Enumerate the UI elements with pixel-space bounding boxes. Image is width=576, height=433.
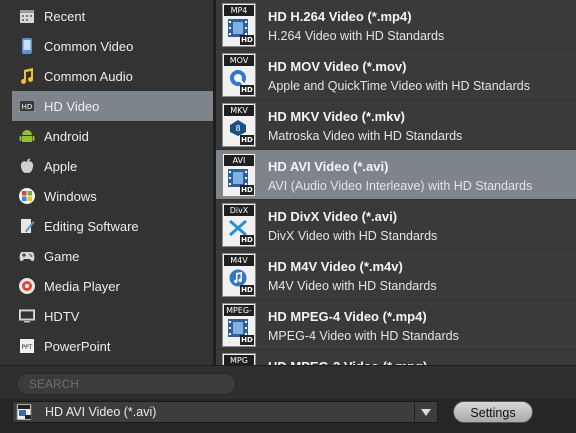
chevron-down-icon[interactable] xyxy=(414,402,437,422)
svg-text:8: 8 xyxy=(235,124,240,133)
format-thumbnail: MP4 HD xyxy=(222,3,256,47)
hd-badge: HD xyxy=(240,185,254,195)
search-bar: SEARCH xyxy=(0,365,576,400)
film-icon xyxy=(16,404,32,420)
android-icon xyxy=(18,127,36,145)
category-item[interactable]: PPT PowerPoint xyxy=(12,331,213,361)
format-description: Matroska Video with HD Standards xyxy=(268,129,463,143)
category-label: Game xyxy=(44,248,80,264)
format-description: DivX Video with HD Standards xyxy=(268,229,438,243)
format-title: HD H.264 Video (*.mp4) xyxy=(268,9,412,24)
category-item[interactable]: HD HD Video xyxy=(12,91,213,121)
category-item[interactable]: Game xyxy=(12,241,213,271)
format-title: HD M4V Video (*.m4v) xyxy=(268,259,403,274)
format-tag: AVI xyxy=(224,155,254,166)
category-label: Windows xyxy=(44,188,97,204)
category-label: Media Player xyxy=(44,278,120,294)
format-tag: M4V xyxy=(224,255,254,266)
hd-badge: HD xyxy=(240,335,254,345)
format-description: Apple and QuickTime Video with HD Standa… xyxy=(268,79,530,93)
category-label: PowerPoint xyxy=(44,338,111,354)
category-item[interactable]: Android xyxy=(12,121,213,151)
hd-badge: HD xyxy=(240,35,254,45)
category-label: HDTV xyxy=(44,308,80,324)
format-title: HD MOV Video (*.mov) xyxy=(268,59,407,74)
category-label: Android xyxy=(44,128,89,144)
category-panel: Recent Common Video Common Audio HD HD Video… xyxy=(0,0,213,365)
format-thumbnail: MKV 8 HD xyxy=(222,103,256,147)
category-label: Common Audio xyxy=(44,68,133,84)
hd-badge: HD xyxy=(240,285,254,295)
format-description: H.264 Video with HD Standards xyxy=(268,29,445,43)
hd-badge: HD xyxy=(240,85,254,95)
search-input[interactable]: SEARCH xyxy=(16,373,236,395)
format-thumbnail: AVI HD xyxy=(222,153,256,197)
format-tag: MP4 xyxy=(224,5,254,16)
settings-button[interactable]: Settings xyxy=(453,401,533,423)
format-item[interactable]: MOV HD HD MOV Video (*.mov) Apple and Quick… xyxy=(216,50,576,100)
profile-value: HD AVI Video (*.avi) xyxy=(45,405,157,419)
category-label: Common Video xyxy=(44,38,134,54)
calendar-icon xyxy=(18,7,36,25)
music-note-icon xyxy=(18,67,36,85)
format-thumbnail: M4V HD xyxy=(222,253,256,297)
ppt-icon: PPT xyxy=(18,337,36,355)
svg-text:HD: HD xyxy=(22,103,33,111)
format-item[interactable]: DivX HD HD DivX Video (*.avi) DivX Video wi… xyxy=(216,200,576,250)
format-item[interactable]: MPEG-4 HD HD MPEG-4 Video (*.mp4) MPEG-4 Vi… xyxy=(216,300,576,350)
category-item[interactable]: Common Audio xyxy=(12,61,213,91)
format-thumbnail: MOV HD xyxy=(222,53,256,97)
format-title: HD MPEG-4 Video (*.mp4) xyxy=(268,309,427,324)
format-item[interactable]: AVI HD HD AVI Video (*.avi) AVI (Audio Vide… xyxy=(216,150,576,200)
windows-icon xyxy=(18,187,36,205)
format-title: HD MKV Video (*.mkv) xyxy=(268,109,406,124)
hd-icon: HD xyxy=(18,97,36,115)
category-item[interactable]: Common Video xyxy=(12,31,213,61)
format-item[interactable]: MPGHDHD MPEG-2 Video (*.mpg) xyxy=(216,350,576,365)
format-description: M4V Video with HD Standards xyxy=(268,279,437,293)
category-label: Apple xyxy=(44,158,78,174)
format-tag: MPG xyxy=(224,355,254,365)
category-item[interactable]: Apple xyxy=(12,151,213,181)
category-label: Editing Software xyxy=(44,218,139,234)
category-item[interactable]: Editing Software xyxy=(12,211,213,241)
category-item[interactable]: Recent xyxy=(12,1,213,31)
format-description: MPEG-4 Video with HD Standards xyxy=(268,329,459,343)
apple-icon xyxy=(18,157,36,175)
pen-icon xyxy=(18,217,36,235)
format-thumbnail: MPGHD xyxy=(222,353,256,365)
format-title: HD DivX Video (*.avi) xyxy=(268,209,398,224)
gamepad-icon xyxy=(18,247,36,265)
category-label: HD Video xyxy=(44,98,100,114)
hd-badge: HD xyxy=(240,235,254,245)
hd-badge: HD xyxy=(240,135,254,145)
category-item[interactable]: HDTV xyxy=(12,301,213,331)
format-tag: MPEG-4 xyxy=(224,305,254,316)
phone-video-icon xyxy=(18,37,36,55)
category-item[interactable]: Windows xyxy=(12,181,213,211)
format-description: AVI (Audio Video Interleave) with HD Sta… xyxy=(268,179,533,193)
tv-icon xyxy=(18,307,36,325)
category-label: Recent xyxy=(44,8,86,24)
format-item[interactable]: M4V HD HD M4V Video (*.m4v) M4V Video with … xyxy=(216,250,576,300)
format-title: HD AVI Video (*.avi) xyxy=(268,159,389,174)
format-thumbnail: DivX HD xyxy=(222,203,256,247)
format-item[interactable]: MP4 HD HD H.264 Video (*.mp4) H.264 Video w… xyxy=(216,0,576,50)
format-tag: MOV xyxy=(224,55,254,66)
format-thumbnail: MPEG-4 HD xyxy=(222,303,256,347)
format-tag: DivX xyxy=(224,205,254,216)
svg-text:PPT: PPT xyxy=(22,344,33,351)
format-item[interactable]: MKV 8 HD HD MKV Video (*.mkv) Matroska Video… xyxy=(216,100,576,150)
format-tag: MKV xyxy=(224,105,254,116)
category-item[interactable]: Media Player xyxy=(12,271,213,301)
format-list: MP4 HD HD H.264 Video (*.mp4) H.264 Video w… xyxy=(216,0,576,365)
profile-select[interactable]: HD AVI Video (*.avi) xyxy=(12,401,438,423)
bottom-bar: HD AVI Video (*.avi) Settings xyxy=(0,399,576,433)
media-player-icon xyxy=(18,277,36,295)
